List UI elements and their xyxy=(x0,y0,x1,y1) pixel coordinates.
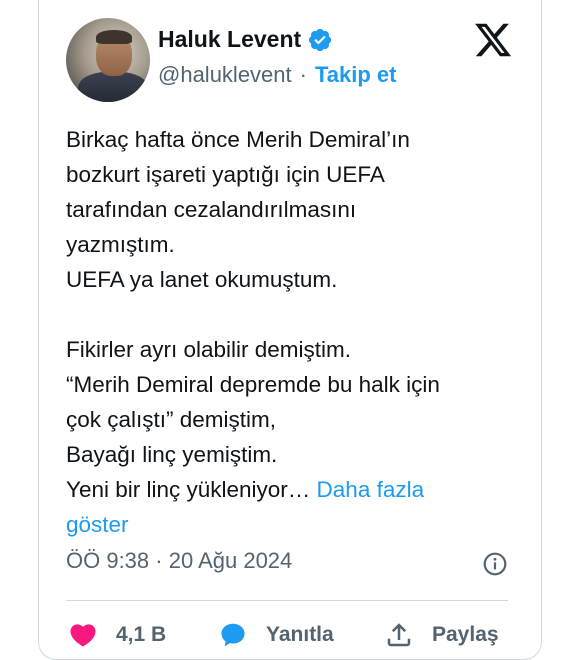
heart-icon xyxy=(70,624,96,647)
share-arrow-icon xyxy=(387,623,411,647)
tweet-line: çok çalıştı” demiştim, xyxy=(66,407,277,432)
author-handle[interactable]: @haluklevent xyxy=(158,62,292,88)
follow-button[interactable]: Takip et xyxy=(315,62,397,88)
show-more-link[interactable]: Daha fazla xyxy=(317,477,425,502)
x-logo-icon[interactable] xyxy=(473,20,513,60)
show-more-line: göster xyxy=(66,507,506,542)
reply-label: Yanıtla xyxy=(266,623,334,646)
tweet-line: Fikirler ayrı olabilir demiştim. xyxy=(66,337,352,362)
tweet-line: “Merih Demiral depremde bu halk için xyxy=(66,372,440,397)
reply-button[interactable]: Yanıtla xyxy=(218,620,334,650)
author-name[interactable]: Haluk Levent xyxy=(158,26,301,53)
divider xyxy=(66,600,508,601)
avatar-body xyxy=(78,72,148,102)
tweet-actions: 4,1 B Yanıtla Paylaş xyxy=(66,620,506,650)
avatar[interactable] xyxy=(66,18,150,102)
handle-row: @haluklevent · Takip et xyxy=(158,62,396,88)
author-name-row[interactable]: Haluk Levent xyxy=(158,26,333,53)
tweet-line: yazmıştım. xyxy=(66,232,175,257)
separator-dot: · xyxy=(299,62,307,87)
share-button[interactable]: Paylaş xyxy=(384,620,499,650)
info-icon[interactable] xyxy=(482,551,508,577)
tweet-text: Birkaç hafta önce Merih Demiral’ın bozku… xyxy=(66,122,506,542)
tweet-line: tarafından cezalandırılmasını xyxy=(66,197,357,222)
share-label: Paylaş xyxy=(432,623,499,646)
like-button[interactable]: 4,1 B xyxy=(68,620,166,650)
tweet-line: Birkaç hafta önce Merih Demiral’ın xyxy=(66,127,410,152)
tweet-last-line: Yeni bir linç yükleniyor… Daha fazla xyxy=(66,472,506,507)
tweet-line: Yeni bir linç yükleniyor… xyxy=(66,477,311,502)
show-more-link-continued[interactable]: göster xyxy=(66,512,129,537)
avatar-hair xyxy=(96,30,132,44)
like-count: 4,1 B xyxy=(116,623,167,646)
tweet-line: bozkurt işareti yaptığı için UEFA xyxy=(66,162,385,187)
tweet-line: Bayağı linç yemiştim. xyxy=(66,442,278,467)
tweet-timestamp[interactable]: ÖÖ 9:38 · 20 Ağu 2024 xyxy=(66,548,292,574)
speech-bubble-icon xyxy=(221,623,245,647)
verified-badge-icon xyxy=(307,27,333,53)
tweet-line: UEFA ya lanet okumuştum. xyxy=(66,267,338,292)
